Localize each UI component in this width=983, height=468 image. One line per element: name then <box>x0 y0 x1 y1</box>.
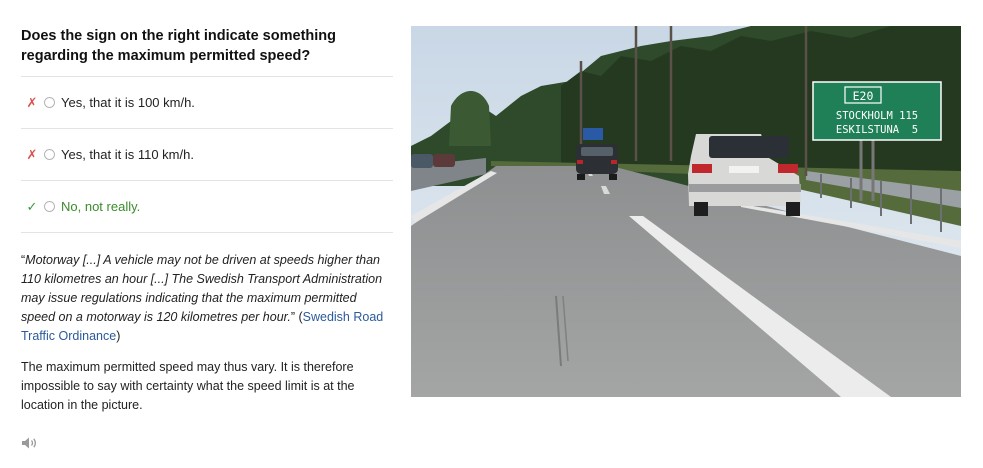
answer-label: Yes, that it is 100 km/h. <box>61 95 195 110</box>
answer-option[interactable]: ✓ No, not really. <box>21 180 393 232</box>
wrong-mark-icon: ✗ <box>26 146 38 162</box>
answer-label: Yes, that it is 110 km/h. <box>61 147 194 162</box>
sign-line-2: ESKILSTUNA 5 <box>836 124 918 136</box>
explanation-text: The maximum permitted speed may thus var… <box>21 360 355 412</box>
radio-button[interactable] <box>44 149 55 160</box>
sign-line-1: STOCKHOLM 115 <box>836 110 918 122</box>
law-quote: “Motorway [...] A vehicle may not be dri… <box>21 251 393 346</box>
check-mark-icon: ✓ <box>26 198 38 214</box>
road-photo: E20 STOCKHOLM 115 ESKILSTUNA 5 <box>411 26 961 397</box>
wrong-mark-icon: ✗ <box>26 94 38 110</box>
question-text: Does the sign on the right indicate some… <box>21 28 336 64</box>
road-scene: E20 STOCKHOLM 115 ESKILSTUNA 5 <box>411 26 961 397</box>
answer-label: No, not really. <box>61 199 141 214</box>
source-paren-close: ) <box>116 329 121 343</box>
speaker-icon[interactable] <box>21 436 39 450</box>
radio-button[interactable] <box>44 201 55 212</box>
question-panel: Does the sign on the right indicate some… <box>21 26 393 415</box>
radio-button[interactable] <box>44 97 55 108</box>
answer-option[interactable]: ✗ Yes, that it is 110 km/h. <box>21 128 393 180</box>
divider <box>21 232 393 233</box>
answer-option[interactable]: ✗ Yes, that it is 100 km/h. <box>21 76 393 128</box>
sign-route: E20 <box>853 89 874 103</box>
